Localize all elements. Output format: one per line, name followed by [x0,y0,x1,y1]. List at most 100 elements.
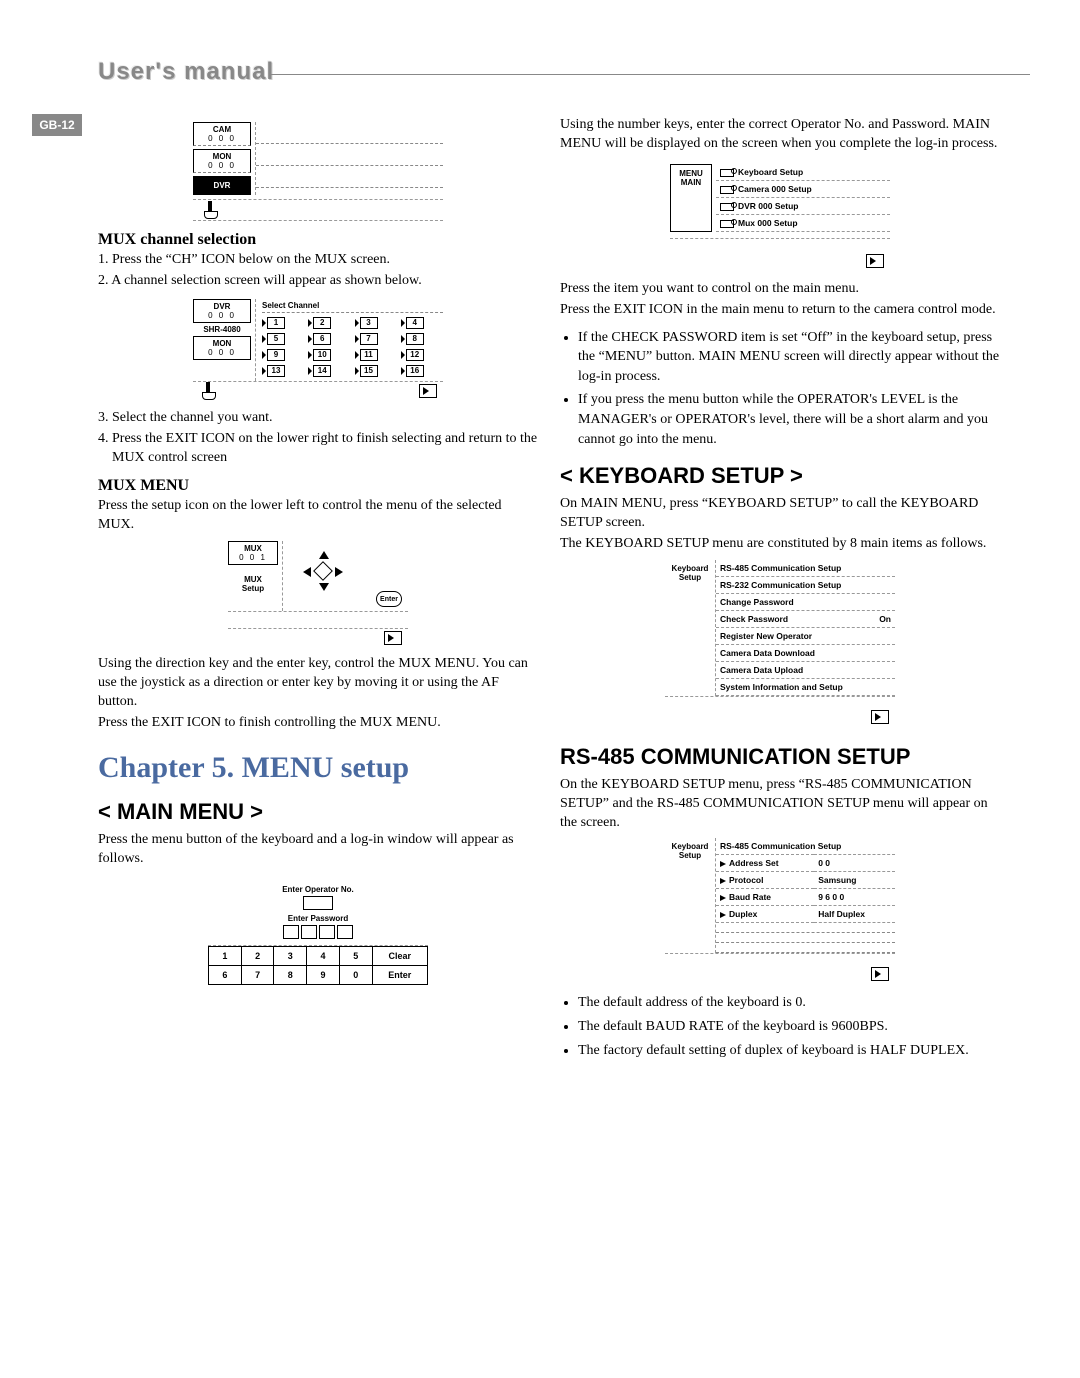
keypad-3: 3 [274,946,307,965]
right-column: Using the number keys, enter the correct… [560,114,1000,1068]
note-2: If you press the menu button while the O… [578,390,1000,449]
channel-12: 12 [401,349,443,361]
select-channel-title: Select Channel [262,299,443,313]
note-1: If the CHECK PASSWORD item is set “Off” … [578,328,1000,387]
intro-para: Using the number keys, enter the correct… [560,116,1000,154]
menu-item: Camera 000 Setup [716,180,890,197]
rs485-para: On the KEYBOARD SETUP menu, press “RS-48… [560,776,1000,833]
keypad-clear: Clear [372,946,427,965]
keypad-0: 0 [339,965,372,984]
exit-icon-3 [866,254,884,268]
mux-sel-step-2: 2. A channel selection screen will appea… [98,272,538,291]
mon-num-2: 0 0 0 [194,348,250,357]
channel-14: 14 [308,365,350,377]
mon-label-2: MON [194,339,250,348]
mon-num: 0 0 0 [194,161,250,170]
menu-item: Mux 000 Setup [716,214,890,231]
channel-3: 3 [355,317,397,329]
mon-label: MON [194,152,250,161]
kb-setup-items: RS-485 Communication SetupRS-232 Communi… [716,560,895,696]
diagram-kb-setup: Keyboard Setup RS-485 Communication Setu… [665,560,895,726]
kb-setup-label: Keyboard Setup [665,560,715,696]
mux-setup-label: MUX Setup [228,575,278,593]
rs485-val: 0 0 [814,855,895,872]
channel-1: 1 [262,317,304,329]
diagram-login: Enter Operator No. Enter Password 12345C… [208,879,428,985]
channel-7: 7 [355,333,397,345]
mux-num: 0 0 1 [229,553,277,562]
keypad-9: 9 [307,965,340,984]
channel-16: 16 [401,365,443,377]
kb-setup-label-2: Keyboard Setup [665,838,715,953]
kb-setup-item: System Information and Setup [716,678,895,695]
channel-5: 5 [262,333,304,345]
chapter-title: Chapter 5. MENU setup [98,751,538,785]
channel-13: 13 [262,365,304,377]
rs485-notes: The default address of the keyboard is 0… [578,993,1000,1060]
mux-sel-step-3: 3. Select the channel you want. [98,409,538,428]
diagram-mux-screen: CAM 0 0 0 MON 0 0 0 DVR [193,122,443,221]
cam-num: 0 0 0 [194,134,250,143]
kb-setup-item: RS-232 Communication Setup [716,576,895,593]
rs485-key: Duplex [716,906,814,923]
menu-main-label: MENU MAIN [670,164,712,232]
enter-button-icon: Enter [376,591,402,607]
mux-menu-para-2: Using the direction key and the enter ke… [98,655,538,712]
dpad-icon [303,551,343,591]
keypad-4: 4 [307,946,340,965]
rs485-val: Samsung [814,872,895,889]
diagram-main-menu: MENU MAIN Keyboard SetupCamera 000 Setup… [670,164,890,270]
kb-setup-item: Camera Data Upload [716,661,895,678]
press-exit-para: Press the EXIT ICON in the main menu to … [560,301,1000,320]
channel-2: 2 [308,317,350,329]
mux-sel-step-1: 1. Press the “CH” ICON below on the MUX … [98,251,538,270]
mux-selection-heading: MUX channel selection [98,231,538,249]
channel-8: 8 [401,333,443,345]
header-title: User's manual [98,58,274,86]
dvr-num-2: 0 0 0 [194,311,250,320]
keyboard-setup-heading: < KEYBOARD SETUP > [560,463,1000,489]
diagram-channel-select: DVR 0 0 0 SHR-4080 MON 0 0 0 Select Chan… [193,299,443,401]
main-menu-items: Keyboard SetupCamera 000 SetupDVR 000 Se… [716,164,890,232]
rs485-items: RS-485 Communication SetupAddress Set0 0… [716,838,895,923]
exit-icon-5 [871,967,889,981]
channel-11: 11 [355,349,397,361]
keypad-enter: Enter [372,965,427,984]
mux-menu-heading: MUX MENU [98,477,538,495]
diagram-rs485: Keyboard Setup RS-485 Communication Setu… [665,838,895,983]
menu-item: Keyboard Setup [716,164,890,181]
kb-setup-para-2: The KEYBOARD SETUP menu are constituted … [560,535,1000,554]
page-number: GB-12 [32,114,82,136]
rs485-key: Protocol [716,872,814,889]
kb-setup-item: Camera Data Download [716,644,895,661]
rs485-heading: RS-485 COMMUNICATION SETUP [560,744,1000,770]
header-rule [270,74,1030,75]
keypad-1: 1 [209,946,242,965]
press-item-para: Press the item you want to control on th… [560,280,1000,299]
channel-10: 10 [308,349,350,361]
kb-setup-para-1: On MAIN MENU, press “KEYBOARD SETUP” to … [560,495,1000,533]
rs485-val: Half Duplex [814,906,895,923]
password-input-boxes [214,925,422,939]
channel-9: 9 [262,349,304,361]
main-menu-para: Press the menu button of the keyboard an… [98,831,538,869]
mux-menu-para: Press the setup icon on the lower left t… [98,497,538,535]
dvr-label: DVR [194,181,250,190]
keypad-5: 5 [339,946,372,965]
notes-list: If the CHECK PASSWORD item is set “Off” … [578,328,1000,450]
kb-setup-item: Change Password [716,593,895,610]
exit-icon-2 [384,631,402,645]
operator-input-box [303,896,333,910]
mux-label: MUX [229,544,277,553]
cam-label: CAM [194,125,250,134]
rs485-key: Address Set [716,855,814,872]
joystick-icon-2 [199,382,217,400]
dvr-label-2: DVR [194,302,250,311]
rs485-val: 9 6 0 0 [814,889,895,906]
rs485-note-1: The default address of the keyboard is 0… [578,993,1000,1013]
keypad-2: 2 [241,946,274,965]
rs485-note-3: The factory default setting of duplex of… [578,1041,1000,1061]
channel-15: 15 [355,365,397,377]
diagram-mux-setup: MUX 0 0 1 MUX Setup Enter [228,541,408,647]
enter-password-label: Enter Password [214,914,422,923]
